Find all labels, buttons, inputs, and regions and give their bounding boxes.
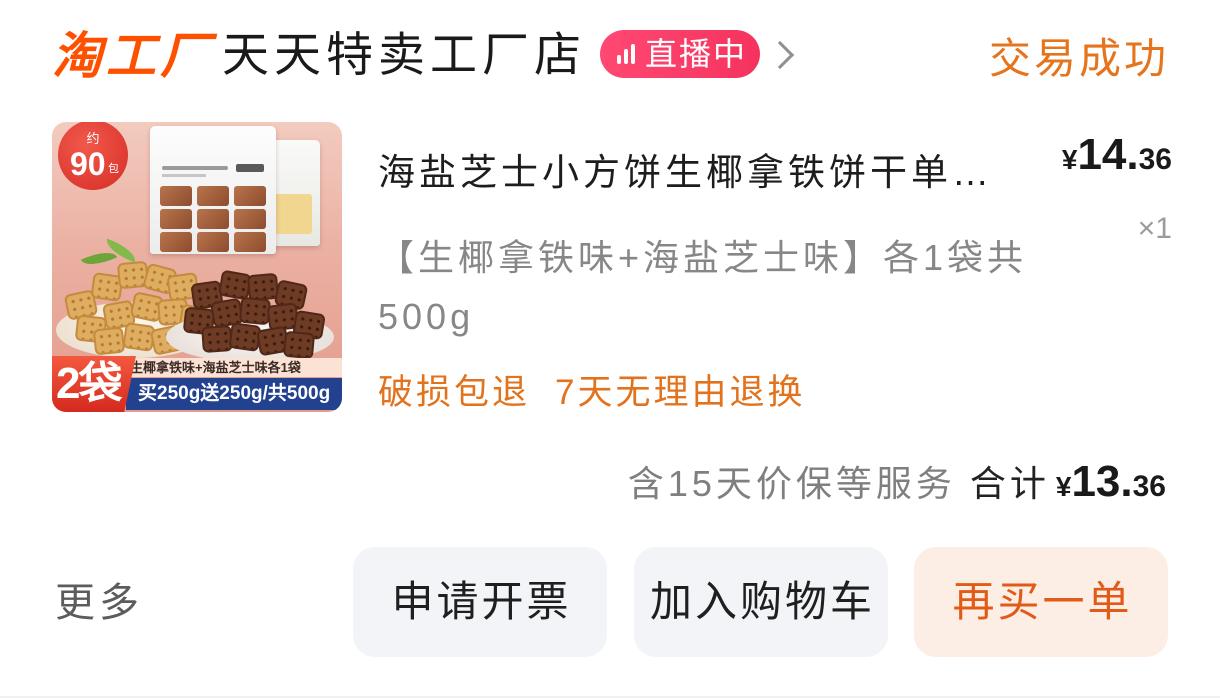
live-bars-icon: [617, 44, 637, 64]
buy-again-button[interactable]: 再买一单: [914, 547, 1168, 657]
taogongchang-logo: 淘工厂: [52, 28, 214, 84]
total-currency: ¥: [1055, 471, 1072, 502]
service-tags: 破损包退 7天无理由退换: [378, 368, 805, 418]
live-bar: [617, 55, 621, 64]
pack-count-badge: 约 90 包: [58, 122, 128, 190]
sku-spec: 【生椰拿铁味+海盐芝士味】各1袋共500g: [378, 237, 1028, 337]
package-biscuit-image: [197, 232, 229, 252]
pack-count-prefix: 约: [86, 131, 100, 146]
more-button[interactable]: 更多: [55, 578, 143, 628]
order-status: 交易成功: [988, 35, 1169, 82]
bag-count-label: 2袋: [56, 359, 122, 408]
request-invoice-button[interactable]: 申请开票: [353, 547, 607, 657]
live-badge-label: 直播中: [645, 36, 748, 72]
live-bar: [624, 49, 628, 64]
chevron-right-icon[interactable]: [765, 40, 795, 70]
service-tag: 破损包退: [378, 373, 531, 412]
biscuit: [282, 330, 316, 360]
service-tag: 7天无理由退换: [555, 373, 806, 412]
amount-decimal: 36: [1132, 470, 1166, 503]
live-badge[interactable]: 直播中: [600, 30, 760, 78]
package-biscuit-image: [160, 209, 192, 229]
package-brand-mark: [236, 164, 264, 172]
package-biscuit-image: [160, 232, 192, 252]
total-label: 合计: [969, 463, 1050, 504]
price-currency: ¥: [1061, 144, 1078, 175]
promo-banner: 买250g送250g/共500g: [126, 378, 342, 410]
total-amount: 13.36: [1071, 457, 1166, 506]
amount-decimal: 36: [1138, 143, 1172, 176]
amount-integer: 13.: [1071, 457, 1133, 506]
order-summary: 含15天价保等服务 合计 ¥13.36: [628, 457, 1166, 507]
package-biscuit-image: [160, 186, 192, 206]
package-biscuit-image: [234, 209, 266, 229]
package-flavor-swatch: [274, 194, 312, 234]
add-to-cart-button[interactable]: 加入购物车: [634, 547, 888, 657]
price-amount: 14.36: [1077, 130, 1172, 179]
order-card: 淘工厂 天天特卖工厂店 直播中 交易成功 约 90 包 2袋 生椰拿铁味+海盐芝…: [0, 0, 1220, 698]
shop-name[interactable]: 天天特卖工厂店: [222, 27, 586, 83]
pack-count-number: 90: [70, 146, 106, 182]
package-biscuit-image: [197, 209, 229, 229]
unit-price: ¥14.36: [1062, 130, 1172, 180]
price-protection-note: 含15天价保等服务: [627, 463, 956, 504]
package-biscuit-image: [234, 186, 266, 206]
quantity: ×1: [1137, 212, 1172, 245]
product-title[interactable]: 海盐芝士小方饼生椰拿铁饼干单…: [378, 148, 1028, 198]
package-label-line: [162, 174, 206, 177]
amount-integer: 14.: [1077, 130, 1139, 179]
biscuit: [201, 324, 233, 354]
bag-count-banner: 2袋: [52, 356, 136, 412]
package-bag: [150, 126, 276, 254]
flavor-banner: 生椰拿铁味+海盐芝士味各1袋: [124, 358, 342, 377]
biscuit: [92, 326, 126, 356]
package-label-line: [162, 166, 228, 170]
pack-count-unit: 包: [108, 163, 119, 175]
package-biscuit-image: [197, 186, 229, 206]
live-bar: [631, 44, 635, 64]
package-biscuit-image: [234, 232, 266, 252]
product-image[interactable]: 约 90 包 2袋 生椰拿铁味+海盐芝士味各1袋 买250g送250g/共500…: [52, 122, 342, 412]
